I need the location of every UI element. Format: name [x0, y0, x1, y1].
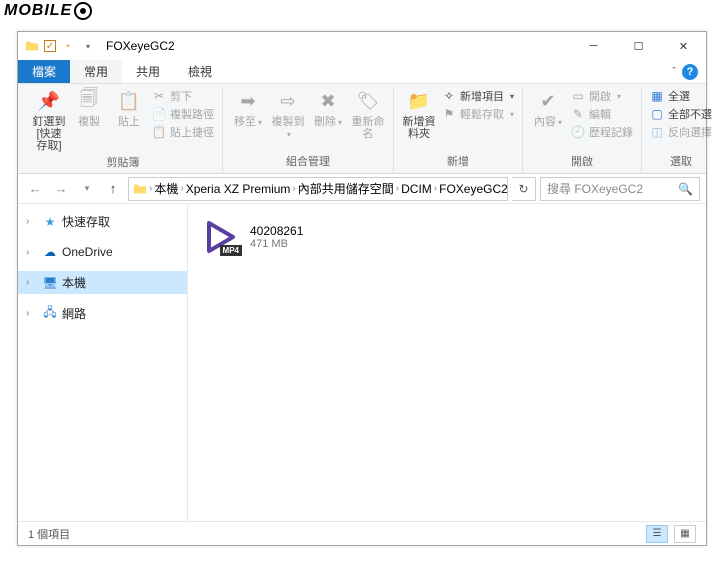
navigation-pane: ›★快速存取 ›☁OneDrive ›🖥本機 ›🖧網路: [18, 204, 188, 521]
forward-button[interactable]: →: [50, 178, 72, 200]
move-to-button[interactable]: ➡移至▾: [231, 88, 265, 128]
watermark-logo: MOBILE: [4, 2, 92, 20]
group-clipboard-label: 剪貼簿: [107, 152, 140, 174]
select-all-button[interactable]: ▦全選: [650, 88, 712, 104]
status-bar: 1 個項目 ☰ ▦: [18, 521, 706, 545]
easy-access-button[interactable]: ⚑輕鬆存取▾: [442, 106, 514, 122]
cut-button[interactable]: ✂剪下: [152, 88, 214, 104]
video-thumbnail: MP4: [200, 216, 242, 258]
rename-button[interactable]: 🏷重新命名: [351, 88, 385, 140]
file-size: 471 MB: [250, 238, 303, 250]
tab-home[interactable]: 常用: [70, 60, 122, 83]
paste-shortcut-button[interactable]: 📋貼上捷徑: [152, 124, 214, 140]
back-button[interactable]: ←: [24, 178, 46, 200]
item-count: 1 個項目: [28, 526, 70, 542]
copy-to-button[interactable]: ⇨複製到▾: [271, 88, 305, 140]
qat-dropdown-icon[interactable]: ▾: [80, 38, 96, 54]
help-icon[interactable]: ?: [682, 64, 698, 80]
group-organize-label: 組合管理: [286, 151, 330, 173]
tiles-view-button[interactable]: ▦: [674, 525, 696, 543]
recent-dropdown-icon[interactable]: ▾: [76, 178, 98, 200]
search-icon: 🔍: [678, 182, 693, 196]
mp4-badge: MP4: [220, 245, 242, 256]
new-folder-button[interactable]: 📁新增資料夾: [402, 88, 436, 140]
group-new-label: 新增: [447, 151, 469, 173]
pin-button[interactable]: 📌釘選到 [快速存取]: [32, 88, 66, 152]
new-item-button[interactable]: ✧新增項目▾: [442, 88, 514, 104]
search-input[interactable]: 搜尋 FOXeyeGC2 🔍: [540, 177, 700, 201]
sidebar-item-onedrive[interactable]: ›☁OneDrive: [18, 241, 187, 263]
title-bar: ✓ ▪ ▾ FOXeyeGC2 ─ ☐ ✕: [18, 32, 706, 60]
sidebar-item-network[interactable]: ›🖧網路: [18, 302, 187, 325]
group-select-label: 選取: [670, 151, 692, 173]
tab-share[interactable]: 共用: [122, 60, 174, 83]
edit-button[interactable]: ✎編輯: [571, 106, 633, 122]
breadcrumb[interactable]: › 本機› Xperia XZ Premium› 內部共用儲存空間› DCIM›…: [128, 177, 508, 201]
tab-file[interactable]: 檔案: [18, 60, 70, 83]
minimize-button[interactable]: ─: [571, 32, 616, 60]
copy-button[interactable]: 🗐複製: [72, 88, 106, 128]
ribbon-collapse-icon[interactable]: ˆ: [672, 66, 676, 78]
search-placeholder: 搜尋 FOXeyeGC2: [547, 180, 643, 197]
details-view-button[interactable]: ☰: [646, 525, 668, 543]
select-none-button[interactable]: ▢全部不選: [650, 106, 712, 122]
tab-view[interactable]: 檢視: [174, 60, 226, 83]
folder-icon: [24, 38, 40, 54]
copy-path-button[interactable]: 📄複製路徑: [152, 106, 214, 122]
window-title: FOXeyeGC2: [106, 39, 175, 53]
file-name: 40208261: [250, 224, 303, 238]
sidebar-item-quick-access[interactable]: ›★快速存取: [18, 210, 187, 233]
folder-small-icon: ▪: [60, 38, 76, 54]
group-open-label: 開啟: [571, 151, 593, 173]
address-bar: ← → ▾ ↑ › 本機› Xperia XZ Premium› 內部共用儲存空…: [18, 174, 706, 204]
paste-button[interactable]: 📋貼上: [112, 88, 146, 128]
open-button[interactable]: ▭開啟▾: [571, 88, 633, 104]
explorer-window: ✓ ▪ ▾ FOXeyeGC2 ─ ☐ ✕ 檔案 常用 共用 檢視 ˆ ? 📌釘…: [17, 31, 707, 546]
up-button[interactable]: ↑: [102, 178, 124, 200]
maximize-button[interactable]: ☐: [616, 32, 661, 60]
ribbon: 📌釘選到 [快速存取] 🗐複製 📋貼上 ✂剪下 📄複製路徑 📋貼上捷徑 剪貼簿 …: [18, 84, 706, 174]
file-list[interactable]: MP4 40208261 471 MB: [188, 204, 706, 521]
invert-selection-button[interactable]: ◫反向選擇: [650, 124, 712, 140]
sidebar-item-thispc[interactable]: ›🖥本機: [18, 271, 187, 294]
close-button[interactable]: ✕: [661, 32, 706, 60]
file-item[interactable]: MP4 40208261 471 MB: [200, 216, 400, 258]
checkbox-icon[interactable]: ✓: [44, 40, 56, 52]
properties-button[interactable]: ✔內容▾: [531, 88, 565, 128]
history-button[interactable]: 🕘歷程記錄: [571, 124, 633, 140]
ribbon-tabs: 檔案 常用 共用 檢視 ˆ ?: [18, 60, 706, 84]
delete-button[interactable]: ✖刪除▾: [311, 88, 345, 128]
refresh-button[interactable]: ↻: [512, 177, 536, 201]
